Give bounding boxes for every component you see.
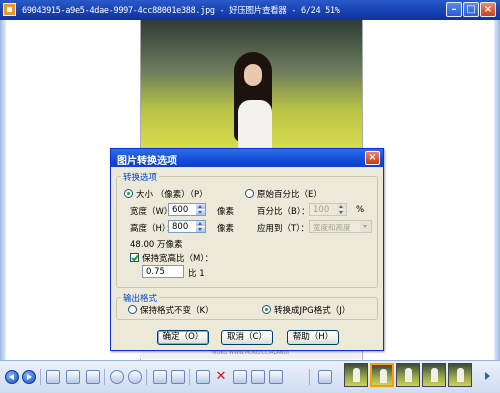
rotate-left-icon[interactable] xyxy=(153,370,167,384)
percent-value: 100 xyxy=(313,205,330,215)
right-edge xyxy=(494,20,500,360)
help-button[interactable]: 帮助（H） xyxy=(287,330,339,345)
edit-icon[interactable] xyxy=(269,370,283,384)
percent-label: 百分比（B）： xyxy=(257,207,310,217)
megapixels-label: 48.00 万像素 xyxy=(130,240,183,250)
percent-spinbox: 100 xyxy=(309,203,347,216)
keep-format-label[interactable]: 保持格式不变（K） xyxy=(140,304,214,316)
close-button[interactable]: × xyxy=(480,2,496,17)
window-titlebar[interactable]: 69043915-a9e5-4dae-9997-4cc88001e388.jpg… xyxy=(0,0,500,20)
zoom-out-icon[interactable] xyxy=(128,370,142,384)
chevron-down-icon xyxy=(360,221,371,232)
ok-button[interactable]: 确定（O） xyxy=(157,330,209,345)
width-spinbox[interactable]: 600 xyxy=(168,203,206,216)
next-icon[interactable] xyxy=(22,370,36,384)
toolbar-separator xyxy=(146,369,147,385)
ratio-suffix: 比 1 xyxy=(188,269,205,279)
photo-subject-dress xyxy=(238,100,272,148)
size-pixels-radio[interactable] xyxy=(124,189,133,198)
thumbnail-active[interactable] xyxy=(370,363,394,387)
original-percent-label[interactable]: 原始百分比（E） xyxy=(257,188,322,200)
maximize-button[interactable]: □ xyxy=(463,2,479,17)
delete-icon[interactable]: ✕ xyxy=(214,370,228,384)
minimize-button[interactable]: – xyxy=(446,2,462,17)
settings-icon[interactable] xyxy=(318,370,332,384)
ratio-input[interactable]: 0.75 xyxy=(142,265,184,278)
copy-icon[interactable] xyxy=(196,370,210,384)
width-value: 600 xyxy=(172,205,189,215)
toolbar-separator xyxy=(104,369,105,385)
prev-icon[interactable] xyxy=(5,370,19,384)
keep-ratio-checkbox[interactable] xyxy=(130,253,139,262)
height-down-button[interactable] xyxy=(196,227,205,232)
dialog-close-button[interactable]: × xyxy=(365,151,380,165)
height-spinbox[interactable]: 800 xyxy=(168,220,206,233)
thumbnail[interactable] xyxy=(422,363,446,387)
toolbar-separator xyxy=(40,369,41,385)
photo-subject-face xyxy=(244,64,262,86)
dialog-title: 图片转换选项 xyxy=(117,156,177,167)
percent-unit: % xyxy=(356,205,365,215)
width-up-button[interactable] xyxy=(196,204,205,209)
width-unit: 像素 xyxy=(217,207,235,217)
zoom-in-icon[interactable] xyxy=(110,370,124,384)
scroll-right-icon[interactable] xyxy=(483,369,492,383)
thumbnail[interactable] xyxy=(448,363,472,387)
original-percent-radio[interactable] xyxy=(245,189,254,198)
rotate-right-icon[interactable] xyxy=(171,370,185,384)
height-value: 800 xyxy=(172,222,189,232)
thumbnail[interactable] xyxy=(344,363,368,387)
convert-jpg-label[interactable]: 转换成JPG格式（J） xyxy=(274,304,350,316)
apply-to-value: 宽度和高度 xyxy=(313,223,351,232)
app-icon xyxy=(3,3,16,16)
percent-up-button xyxy=(337,204,346,209)
left-edge xyxy=(0,20,6,360)
window-title: 69043915-a9e5-4dae-9997-4cc88001e388.jpg… xyxy=(22,6,340,16)
fill-icon[interactable] xyxy=(86,370,100,384)
convert-options-dialog: 图片转换选项 × 转换选项 大小 （像素）（P） 原始百分比（E） 宽度（W）：… xyxy=(110,148,384,351)
height-up-button[interactable] xyxy=(196,221,205,226)
convert-options-group-label: 转换选项 xyxy=(121,171,160,183)
fit-window-icon[interactable] xyxy=(46,370,60,384)
width-down-button[interactable] xyxy=(196,210,205,215)
percent-down-button xyxy=(337,210,346,215)
toolbar-separator xyxy=(309,369,310,385)
convert-icon[interactable] xyxy=(251,370,265,384)
convert-jpg-radio[interactable] xyxy=(262,305,271,314)
cancel-button[interactable]: 取消（C） xyxy=(221,330,273,345)
photo-image xyxy=(141,20,362,148)
output-format-group-label: 输出格式 xyxy=(121,292,160,304)
thumbnail[interactable] xyxy=(396,363,420,387)
print-icon[interactable] xyxy=(233,370,247,384)
size-pixels-label[interactable]: 大小 （像素）（P） xyxy=(136,188,208,200)
keep-ratio-label[interactable]: 保持宽高比（M）： xyxy=(142,252,213,264)
apply-to-label: 应用到（T）： xyxy=(257,224,309,234)
fullscreen-icon[interactable] xyxy=(66,370,80,384)
toolbar-separator xyxy=(189,369,190,385)
height-unit: 像素 xyxy=(217,224,235,234)
apply-to-select: 宽度和高度 xyxy=(309,220,372,233)
dialog-titlebar[interactable]: 图片转换选项 × xyxy=(111,149,383,167)
keep-format-radio[interactable] xyxy=(128,305,137,314)
